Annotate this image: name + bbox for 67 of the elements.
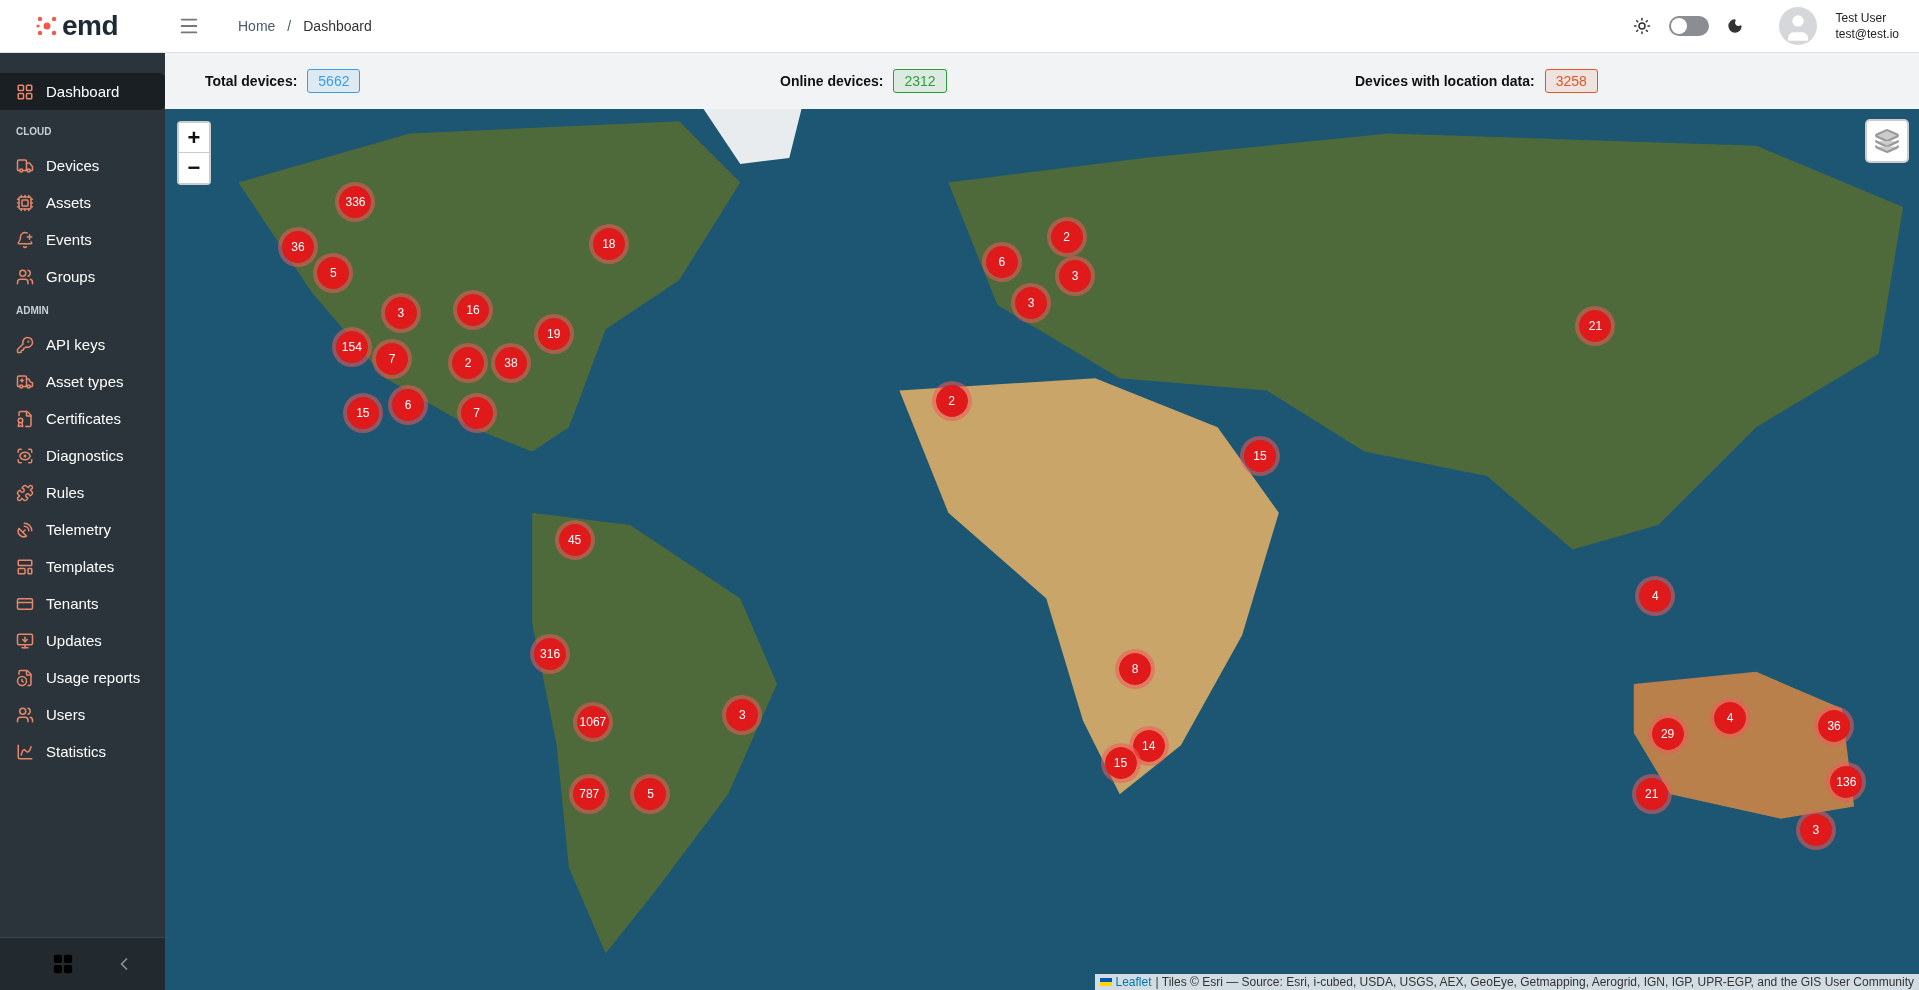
stat-value: 3258: [1544, 69, 1598, 93]
monitor-download-icon: [16, 631, 34, 650]
sidebar-section-title: ADMIN: [15, 304, 50, 318]
sidebar-item[interactable]: Tenants: [0, 585, 165, 622]
stat-value: 5662: [307, 69, 361, 93]
sidebar-item[interactable]: Users: [0, 696, 165, 733]
zoom-in-button[interactable]: +: [179, 123, 209, 153]
cluster-marker[interactable]: 2: [931, 381, 972, 421]
logo-icon: [36, 15, 58, 37]
clipboard-clock-icon: [16, 668, 34, 687]
sidebar-item[interactable]: Assets: [0, 184, 165, 221]
sidebar-item[interactable]: Telemetry: [0, 511, 165, 548]
theme-toggle[interactable]: [1669, 16, 1710, 36]
breadcrumb-separator: /: [287, 18, 292, 34]
logo-text: emd: [62, 10, 119, 42]
certificate-icon: [16, 409, 34, 428]
user-email: test@test.io: [1835, 26, 1899, 42]
leaflet-link[interactable]: Leaflet: [1115, 975, 1152, 989]
sidebar-item[interactable]: Groups: [0, 258, 165, 295]
layers-icon: [1874, 128, 1900, 154]
cluster-marker[interactable]: 6: [388, 384, 429, 425]
template-icon: [16, 557, 34, 576]
moon-icon: [1727, 18, 1744, 34]
cluster-marker[interactable]: 3: [1795, 810, 1836, 851]
sidebar-item[interactable]: Usage reports: [0, 659, 165, 696]
breadcrumb-link[interactable]: Home: [238, 18, 276, 34]
key-icon: [16, 335, 34, 354]
cluster-marker[interactable]: 4: [1635, 575, 1676, 616]
truck-icon: [16, 156, 34, 175]
chip-icon: [16, 193, 34, 212]
sun-icon: [1633, 17, 1652, 35]
sidebar-item[interactable]: Statistics: [0, 733, 165, 770]
cluster-marker[interactable]: 316: [530, 634, 571, 675]
grid-icon: [16, 82, 34, 101]
satellite-icon: [16, 520, 34, 539]
van-icon: [16, 372, 34, 391]
breadcrumb-current: Dashboard: [303, 18, 372, 34]
sidebar-section-title: CLOUD: [15, 125, 53, 139]
cluster-marker[interactable]: 15: [342, 393, 383, 434]
people-icon: [16, 267, 34, 286]
sidebar-item[interactable]: Dashboard: [0, 73, 165, 110]
sidebar-item[interactable]: Rules: [0, 474, 165, 511]
chart-icon: [16, 742, 34, 761]
stat-label: Online devices:: [780, 73, 884, 89]
stat-value: 2312: [893, 69, 947, 93]
cluster-marker[interactable]: 15: [1240, 436, 1281, 477]
attribution-text: | Tiles © Esri — Source: Esri, i-cubed, USDA, USGS, AEX, GeoEye, Getmapping, Aerogrid, IGN, IGP, UPR-EGP, and the GIS User Community: [1155, 975, 1914, 989]
user-name: Test User: [1835, 10, 1888, 26]
puzzle-icon: [16, 483, 34, 502]
cluster-marker[interactable]: 36: [1814, 706, 1855, 747]
sidebar-item[interactable]: Updates: [0, 622, 165, 659]
stat-label: Total devices:: [205, 73, 298, 89]
sidebar-item[interactable]: Certificates: [0, 400, 165, 437]
flag-icon: [1099, 978, 1112, 986]
sidebar-item[interactable]: Asset types: [0, 363, 165, 400]
stat-label: Devices with location data:: [1355, 73, 1535, 89]
sidebar-item[interactable]: Events: [0, 221, 165, 258]
sidebar-item[interactable]: Templates: [0, 548, 165, 585]
users-icon: [16, 705, 34, 724]
eye-scan-icon: [16, 446, 34, 465]
sidebar-item[interactable]: API keys: [0, 326, 165, 363]
cluster-marker[interactable]: 21: [1631, 773, 1672, 814]
layers-button[interactable]: [1865, 119, 1909, 163]
cluster-marker[interactable]: 154: [331, 327, 372, 368]
sidebar-item[interactable]: Diagnostics: [0, 437, 165, 474]
sidebar-item[interactable]: Devices: [0, 147, 165, 184]
bell-plus-icon: [16, 230, 34, 249]
